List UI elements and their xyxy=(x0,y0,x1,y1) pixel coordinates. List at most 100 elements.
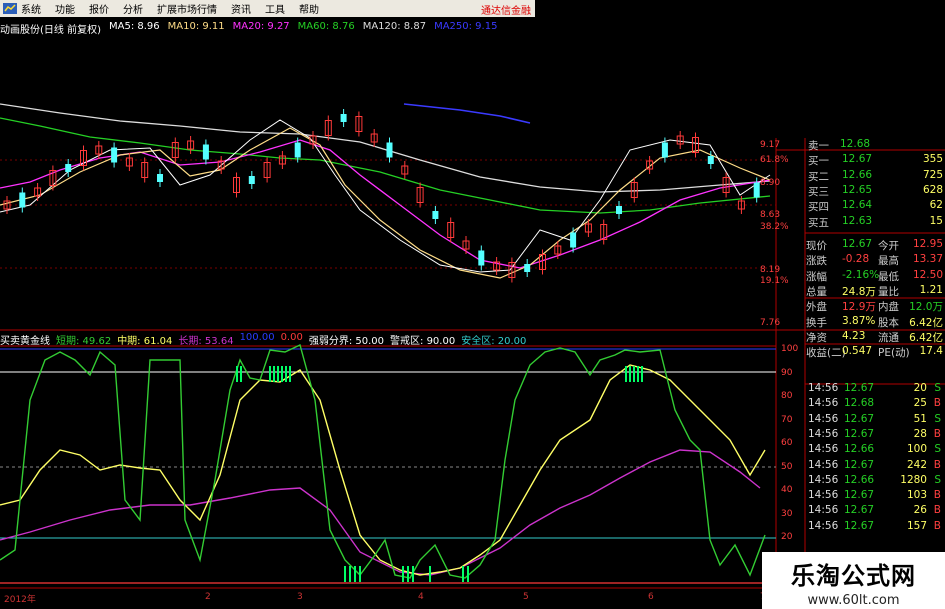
tick-row: 14:56 12.67 26 B xyxy=(776,504,945,519)
chart-title-bar: 动画股份(日线 前复权) MA5: 8.96 MA10: 9.11 MA20: … xyxy=(0,21,535,36)
candlestick-series xyxy=(3,109,760,283)
tick-row: 14:56 12.66 100 S xyxy=(776,443,945,458)
stat-label: 收益(二) xyxy=(806,347,846,360)
order-label: 买三 xyxy=(808,185,829,198)
tick-price: 12.67 xyxy=(844,427,875,440)
tick-volume: 51 xyxy=(913,412,927,425)
tick-volume: 103 xyxy=(906,489,927,502)
menu-bar: 系统 功能 报价 分析 扩展市场行情 资讯 工具 帮助 通达信金融 xyxy=(0,0,535,17)
stat-label: 今开 xyxy=(878,240,899,252)
stat-row: 收益(二) 0.547 PE(动) 17.4 xyxy=(776,345,945,360)
sell-row: 卖一 12.68 xyxy=(776,138,945,153)
tick-time: 14:56 xyxy=(808,473,839,486)
tick-side: B xyxy=(933,427,941,440)
tick-side: B xyxy=(933,489,941,502)
tick-time: 14:56 xyxy=(808,443,839,456)
stat-label: 涨幅 xyxy=(806,270,827,283)
menu-function[interactable]: 功能 xyxy=(55,1,75,16)
ma250-label: MA250: 9.15 xyxy=(434,21,498,32)
stat-row: 净资 4.23 流通 6.42亿 xyxy=(776,330,945,345)
stat-row: 涨幅 -2.16% 最低 12.50 xyxy=(776,269,945,284)
stat-value: -2.16% xyxy=(842,268,880,281)
stat-label: 量比 xyxy=(878,285,899,298)
order-label: 卖一 xyxy=(808,140,829,152)
tick-row: 14:56 12.68 25 B xyxy=(776,397,945,412)
indicator-axis-label: 90 xyxy=(781,367,793,378)
stat-value: 6.42亿 xyxy=(909,316,943,329)
stat-value: 12.0万 xyxy=(909,301,943,314)
menu-tools[interactable]: 工具 xyxy=(265,1,285,16)
tick-row: 14:56 12.67 20 S xyxy=(776,382,945,397)
menu-analysis[interactable]: 分析 xyxy=(123,1,143,16)
order-volume: 355 xyxy=(922,153,943,166)
ma5-line xyxy=(0,119,771,273)
stat-value: 12.9万 xyxy=(842,301,876,314)
order-price: 12.66 xyxy=(842,168,873,181)
tick-price: 12.68 xyxy=(844,397,875,410)
stat-row: 外盘 12.9万 内盘 12.0万 xyxy=(776,299,945,314)
time-axis-label: 6 xyxy=(648,592,654,602)
time-axis-label: 2 xyxy=(205,592,211,602)
site-watermark: 乐淘公式网 www.60lt.com xyxy=(762,552,945,609)
tick-row: 14:56 12.67 51 S xyxy=(776,413,945,428)
indicator-header: 买卖黄金线 短期: 49.62 中期: 61.04 长期: 53.64 100.… xyxy=(0,332,526,347)
time-axis-label: 5 xyxy=(523,592,529,602)
signal-markers xyxy=(236,366,643,582)
tick-volume: 20 xyxy=(913,382,927,394)
stat-label: 涨跌 xyxy=(806,255,827,268)
order-price: 12.68 xyxy=(840,138,871,150)
buy-row: 买五 12.63 15 xyxy=(776,215,945,230)
stat-value: 0.547 xyxy=(842,345,873,358)
order-volume: 628 xyxy=(922,183,943,196)
long-term-line xyxy=(0,449,761,576)
time-axis-label: 4 xyxy=(418,592,424,602)
tick-row: 14:56 12.67 242 B xyxy=(776,459,945,474)
tick-side: S xyxy=(934,382,941,394)
tick-price: 12.67 xyxy=(844,519,875,532)
stat-row: 换手 3.87% 股本 6.42亿 xyxy=(776,315,945,330)
stat-value: 1.21 xyxy=(919,283,943,296)
menu-quote[interactable]: 报价 xyxy=(89,1,109,16)
stat-value: 12.95 xyxy=(912,238,943,250)
stat-value: 6.42亿 xyxy=(909,331,943,344)
ma120-label: MA120: 8.87 xyxy=(362,21,427,32)
time-axis-label: 3 xyxy=(297,592,303,602)
stat-label: 现价 xyxy=(806,240,827,252)
stat-row: 涨跌 -0.28 最高 13.37 xyxy=(776,253,945,268)
watermark-title: 乐淘公式网 xyxy=(791,562,916,590)
buy-row: 买四 12.64 62 xyxy=(776,199,945,214)
ma10-label: MA10: 9.11 xyxy=(167,21,225,32)
tick-price: 12.67 xyxy=(844,489,875,502)
indicator-s1: 100.00 xyxy=(239,332,275,343)
menu-ext-market[interactable]: 扩展市场行情 xyxy=(157,1,217,16)
menu-system[interactable]: 系统 xyxy=(21,1,41,16)
tick-side: B xyxy=(933,397,941,410)
tick-time: 14:56 xyxy=(808,489,839,502)
brand-label: 通达信金融 xyxy=(481,6,531,17)
tick-time: 14:56 xyxy=(808,458,839,471)
tick-volume: 157 xyxy=(906,519,927,532)
tick-side: B xyxy=(933,504,941,517)
stat-label: 外盘 xyxy=(806,301,827,314)
stat-label: 总量 xyxy=(806,285,827,298)
order-label: 买二 xyxy=(808,170,829,183)
tick-time: 14:56 xyxy=(808,382,839,394)
menu-info[interactable]: 资讯 xyxy=(231,1,251,16)
buy-row: 买一 12.67 355 xyxy=(776,153,945,168)
tick-side: S xyxy=(934,412,941,425)
tick-side: B xyxy=(933,519,941,532)
stat-value: 4.23 xyxy=(842,329,866,342)
menu-help[interactable]: 帮助 xyxy=(299,1,319,16)
tick-volume: 25 xyxy=(913,397,927,410)
stat-value: 24.8万 xyxy=(842,285,876,298)
stat-label: PE(动) xyxy=(878,347,910,360)
tick-time: 14:56 xyxy=(808,427,839,440)
stat-label: 净资 xyxy=(806,331,827,344)
indicator-s2: 0.00 xyxy=(280,332,303,343)
stat-value: 12.67 xyxy=(842,238,873,250)
price-gridlines xyxy=(0,159,776,269)
stat-label: 流通 xyxy=(878,331,899,344)
tick-time: 14:56 xyxy=(808,397,839,410)
stat-row: 总量 24.8万 量比 1.21 xyxy=(776,284,945,299)
order-volume: 15 xyxy=(929,214,943,227)
